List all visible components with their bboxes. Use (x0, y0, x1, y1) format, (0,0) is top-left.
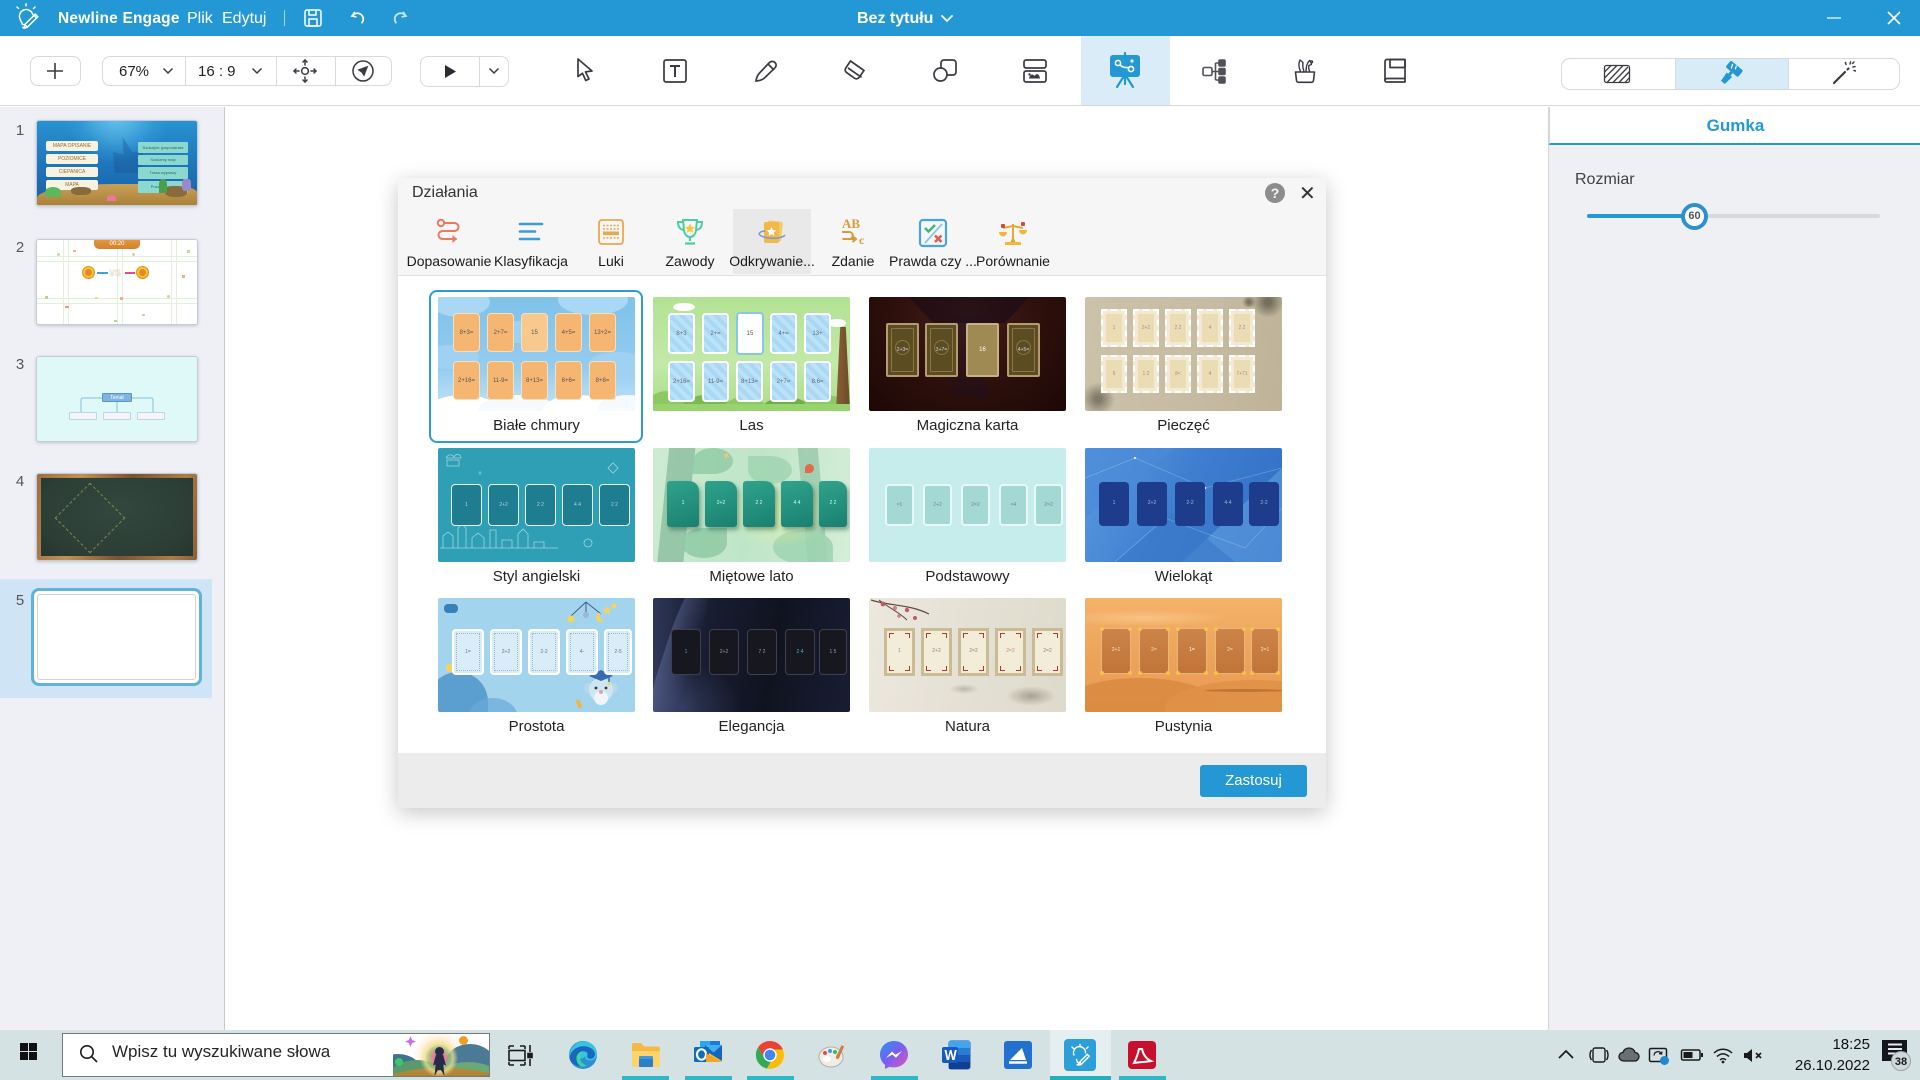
svg-text:38: 38 (1895, 1056, 1907, 1068)
svg-text:AB: AB (842, 216, 860, 231)
svg-text:c: c (859, 233, 865, 247)
